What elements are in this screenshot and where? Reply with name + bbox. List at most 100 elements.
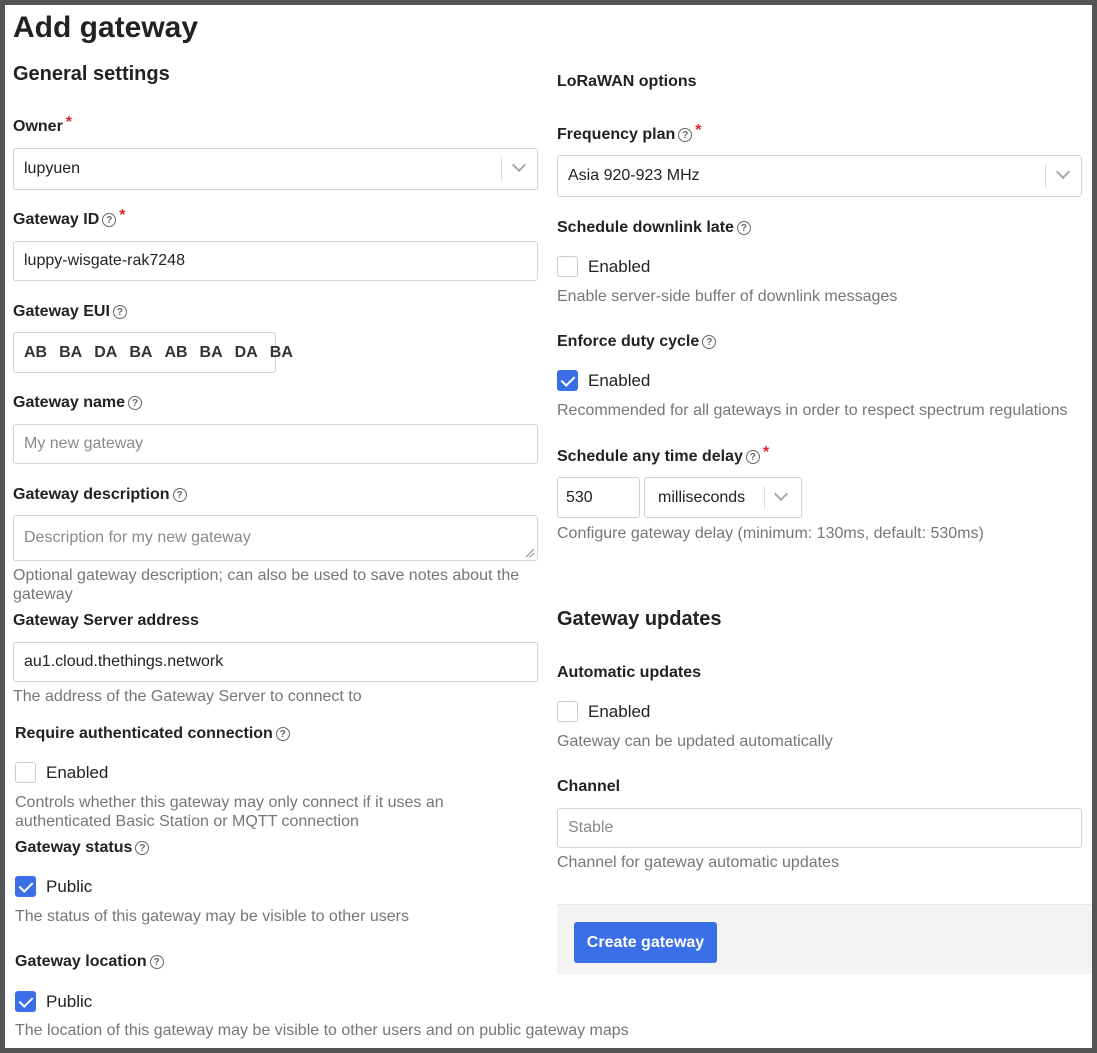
channel-input[interactable]: Stable: [557, 808, 1082, 848]
help-circle-icon[interactable]: ?: [135, 841, 150, 855]
server-address-input[interactable]: au1.cloud.thethings.network: [13, 642, 538, 682]
form-submit-bar: Create gateway: [557, 904, 1092, 974]
gateway-id-label: Gateway ID ? *: [13, 207, 126, 229]
select-separator: [1045, 164, 1046, 188]
gateway-description-label: Gateway description ?: [13, 486, 187, 504]
gateway-description-placeholder: Description for my new gateway: [24, 529, 251, 546]
require-auth-checkbox[interactable]: Enabled: [15, 762, 108, 783]
gateway-location-checkbox-label: Public: [46, 991, 93, 1011]
gateway-name-input[interactable]: My new gateway: [13, 424, 538, 464]
server-address-help: The address of the Gateway Server to con…: [13, 688, 362, 705]
enforce-duty-cycle-checkbox[interactable]: Enabled: [557, 370, 650, 391]
delay-value-input[interactable]: 530: [557, 477, 640, 518]
checkbox-box[interactable]: [15, 762, 36, 783]
frequency-plan-label-text: Frequency plan: [557, 126, 676, 143]
page-title: Add gateway: [13, 11, 199, 44]
general-settings-heading: General settings: [13, 63, 170, 85]
gateway-eui-input[interactable]: AB BA DA BA AB BA DA BA: [13, 332, 293, 373]
channel-help: Channel for gateway automatic updates: [557, 854, 839, 871]
automatic-updates-label: Automatic updates: [557, 664, 702, 681]
gateway-location-checkbox[interactable]: Public: [15, 991, 92, 1012]
eui-byte: BA: [269, 343, 293, 361]
automatic-updates-checkbox[interactable]: Enabled: [557, 701, 650, 722]
enforce-duty-cycle-checkbox-label: Enabled: [588, 370, 651, 390]
delay-value: 530: [566, 488, 593, 506]
frequency-plan-label: Frequency plan ? *: [557, 122, 701, 144]
owner-select[interactable]: lupyuen: [13, 148, 538, 190]
require-auth-checkbox-label: Enabled: [46, 762, 109, 782]
chevron-down-icon[interactable]: [1055, 164, 1071, 180]
checkbox-box[interactable]: [557, 256, 578, 277]
gateway-description-textarea[interactable]: Description for my new gateway: [13, 515, 538, 561]
automatic-updates-help: Gateway can be updated automatically: [557, 733, 833, 750]
create-gateway-button[interactable]: Create gateway: [574, 922, 717, 963]
eui-byte: DA: [234, 343, 258, 361]
schedule-any-time-delay-label-text: Schedule any time delay: [557, 448, 743, 465]
enforce-duty-cycle-label: Enforce duty cycle ?: [557, 333, 717, 351]
gateway-name-placeholder: My new gateway: [24, 435, 144, 452]
gateway-status-label-text: Gateway status: [15, 839, 133, 856]
help-circle-icon[interactable]: ?: [702, 335, 717, 349]
add-gateway-page: Add gateway General settings Owner * lupy…: [0, 0, 1097, 1053]
gateway-eui-label: Gateway EUI ?: [13, 303, 127, 321]
schedule-downlink-late-label: Schedule downlink late ?: [557, 219, 751, 237]
check-icon[interactable]: [557, 370, 578, 391]
gateway-status-checkbox-label: Public: [46, 876, 93, 896]
required-marker: *: [762, 444, 770, 461]
gateway-description-help: Optional gateway description; can also b…: [13, 567, 520, 603]
channel-label: Channel: [557, 778, 621, 795]
gateway-location-help: The location of this gateway may be visi…: [15, 1022, 629, 1039]
eui-byte: AB: [164, 343, 188, 361]
owner-label: Owner *: [13, 114, 72, 136]
required-marker: *: [695, 122, 702, 139]
gateway-eui-label-text: Gateway EUI: [13, 303, 110, 320]
resize-handle[interactable]: [526, 549, 534, 557]
enforce-duty-cycle-help: Recommended for all gateways in order to…: [557, 402, 1068, 419]
required-marker: *: [65, 114, 73, 131]
gateway-status-label: Gateway status ?: [15, 839, 150, 857]
delay-unit-select[interactable]: milliseconds: [644, 477, 802, 518]
enforce-duty-cycle-label-text: Enforce duty cycle: [557, 333, 700, 350]
gateway-id-input[interactable]: luppy-wisgate-rak7248: [13, 241, 538, 281]
chevron-down-icon[interactable]: [511, 157, 527, 173]
gateway-location-label: Gateway location ?: [15, 953, 164, 971]
require-auth-label-text: Require authenticated connection: [15, 725, 273, 742]
delay-unit-value: milliseconds: [658, 488, 746, 506]
gateway-id-label-text: Gateway ID: [13, 211, 100, 228]
help-circle-icon[interactable]: ?: [275, 727, 290, 741]
check-icon[interactable]: [15, 991, 36, 1012]
gateway-updates-heading: Gateway updates: [557, 608, 722, 630]
require-auth-help: Controls whether this gateway may only c…: [15, 794, 444, 830]
help-circle-icon[interactable]: ?: [128, 396, 143, 410]
help-circle-icon[interactable]: ?: [149, 955, 164, 969]
help-circle-icon[interactable]: ?: [736, 221, 751, 235]
help-circle-icon[interactable]: ?: [112, 305, 127, 319]
lorawan-options-heading: LoRaWAN options: [557, 73, 697, 90]
gateway-status-help: The status of this gateway may be visibl…: [15, 908, 409, 925]
schedule-downlink-late-label-text: Schedule downlink late: [557, 219, 734, 236]
eui-byte: BA: [129, 343, 153, 361]
chevron-down-icon[interactable]: [773, 486, 789, 502]
help-circle-icon[interactable]: ?: [745, 450, 760, 464]
help-circle-icon[interactable]: ?: [172, 488, 187, 502]
select-separator: [764, 486, 765, 509]
gateway-location-label-text: Gateway location: [15, 953, 147, 970]
check-icon[interactable]: [15, 876, 36, 897]
gateway-name-label: Gateway name ?: [13, 394, 143, 412]
owner-value: lupyuen: [24, 160, 81, 177]
schedule-downlink-late-checkbox[interactable]: Enabled: [557, 256, 650, 277]
select-separator: [501, 157, 502, 181]
gateway-status-checkbox[interactable]: Public: [15, 876, 92, 897]
checkbox-box[interactable]: [557, 701, 578, 722]
frequency-plan-select[interactable]: Asia 920-923 MHz: [557, 155, 1082, 197]
help-circle-icon[interactable]: ?: [678, 128, 693, 142]
schedule-downlink-late-checkbox-label: Enabled: [588, 256, 651, 276]
help-circle-icon[interactable]: ?: [102, 213, 117, 227]
gateway-id-value: luppy-wisgate-rak7248: [24, 252, 185, 269]
eui-byte: BA: [199, 343, 223, 361]
eui-byte: DA: [94, 343, 118, 361]
gateway-description-label-text: Gateway description: [13, 486, 170, 503]
gateway-name-label-text: Gateway name: [13, 394, 126, 411]
server-address-value: au1.cloud.thethings.network: [24, 653, 224, 670]
eui-byte: AB: [24, 343, 48, 361]
